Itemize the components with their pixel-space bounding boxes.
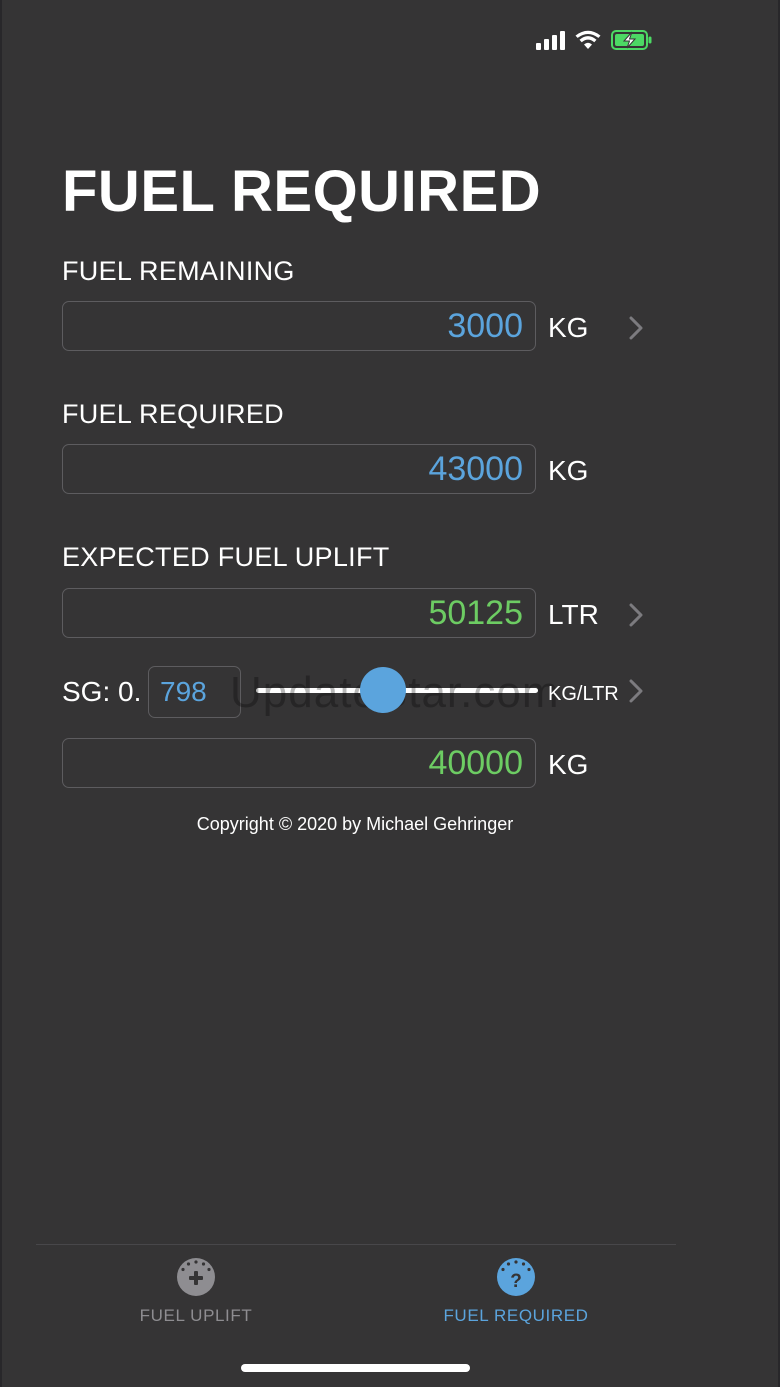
- page-title: FUEL REQUIRED: [62, 159, 542, 224]
- sg-slider-thumb[interactable]: [359, 667, 406, 713]
- fuel-remaining-input[interactable]: 3000: [62, 301, 536, 351]
- battery-charging-icon: [611, 30, 652, 50]
- plus-gauge-icon: [177, 1258, 215, 1296]
- screen-edge-left: [0, 0, 2, 1387]
- fuel-remaining-label: FUEL REMAINING: [62, 256, 295, 286]
- fuel-required-label: FUEL REQUIRED: [62, 399, 284, 429]
- expected-uplift-unit: LTR: [548, 599, 599, 630]
- tab-fuel-required[interactable]: ? FUEL REQUIRED: [396, 1256, 636, 1326]
- tab-bar-divider: [36, 1244, 676, 1245]
- sg-input[interactable]: 798: [148, 666, 241, 718]
- tab-fuel-uplift[interactable]: FUEL UPLIFT: [76, 1256, 316, 1326]
- tab-label: FUEL UPLIFT: [139, 1306, 253, 1325]
- status-bar: [536, 26, 653, 54]
- signal-icon: [536, 30, 565, 50]
- expected-uplift-label: EXPECTED FUEL UPLIFT: [62, 542, 390, 572]
- expected-uplift-output: 50125: [62, 588, 536, 638]
- copyright-text: Copyright © 2020 by Michael Gehringer: [196, 814, 514, 834]
- chevron-right-icon[interactable]: [626, 600, 648, 630]
- home-indicator[interactable]: [241, 1364, 470, 1372]
- wifi-icon: [575, 30, 601, 49]
- uplift-kg-output: 40000: [62, 738, 536, 788]
- fuel-remaining-unit: KG: [548, 312, 589, 343]
- chevron-right-icon[interactable]: [626, 676, 648, 706]
- fuel-required-unit: KG: [548, 455, 589, 486]
- tab-label: FUEL REQUIRED: [443, 1306, 589, 1325]
- sg-unit: KG/LTR: [548, 683, 619, 705]
- fuel-required-input[interactable]: 43000: [62, 444, 536, 494]
- svg-text:?: ?: [510, 1271, 522, 1292]
- chevron-right-icon[interactable]: [626, 313, 648, 343]
- app-screen: FUEL REQUIRED FUEL REMAINING 3000 KG FUE…: [0, 0, 780, 1387]
- question-gauge-icon: ?: [497, 1258, 535, 1296]
- sg-label: SG: 0.: [62, 676, 142, 707]
- uplift-kg-unit: KG: [548, 749, 589, 780]
